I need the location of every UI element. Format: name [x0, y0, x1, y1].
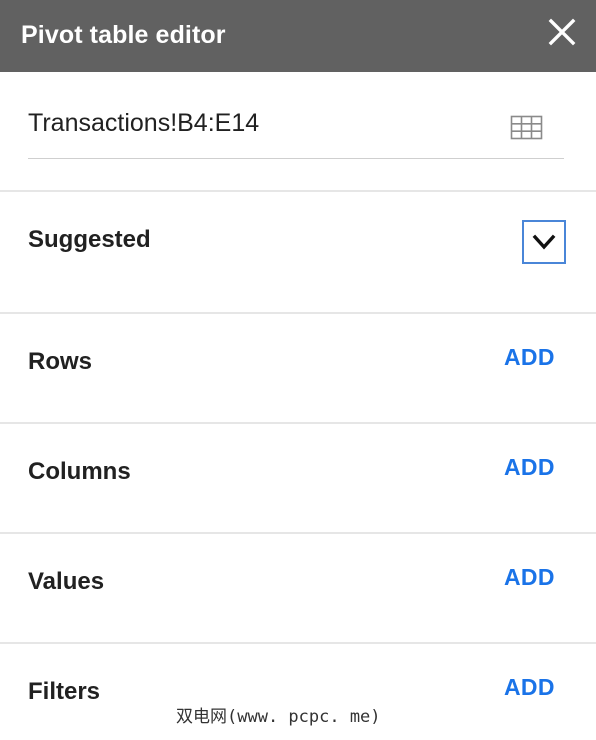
data-range-field[interactable]: Transactions!B4:E14: [28, 108, 259, 138]
add-filters-button[interactable]: ADD: [504, 672, 555, 702]
grid-select-icon: [505, 110, 547, 146]
editor-header: Pivot table editor: [0, 0, 596, 72]
filters-label: Filters: [28, 678, 101, 705]
editor-title: Pivot table editor: [21, 21, 226, 49]
add-rows-button[interactable]: ADD: [504, 342, 555, 372]
divider: [0, 312, 596, 314]
data-range-row: Transactions!B4:E14: [0, 72, 596, 190]
columns-label: Columns: [28, 458, 131, 485]
divider: [0, 532, 596, 534]
data-range-underline: [28, 158, 564, 159]
divider: [0, 190, 596, 192]
pivot-table-editor-panel: Pivot table editor Transactions!B4:E14 S…: [0, 0, 596, 740]
rows-label: Rows: [28, 348, 93, 375]
add-values-button[interactable]: ADD: [504, 562, 555, 592]
chevron-down-icon: [524, 222, 564, 262]
suggested-label: Suggested: [28, 226, 151, 253]
divider: [0, 642, 596, 644]
divider: [0, 422, 596, 424]
values-label: Values: [28, 568, 105, 595]
close-button[interactable]: [542, 12, 582, 52]
suggested-toggle-button[interactable]: [522, 220, 566, 264]
close-icon: [542, 12, 582, 52]
watermark-text: 双电网(www. pcpc. me): [176, 706, 381, 728]
select-data-range-button[interactable]: [505, 110, 547, 146]
add-columns-button[interactable]: ADD: [504, 452, 555, 482]
